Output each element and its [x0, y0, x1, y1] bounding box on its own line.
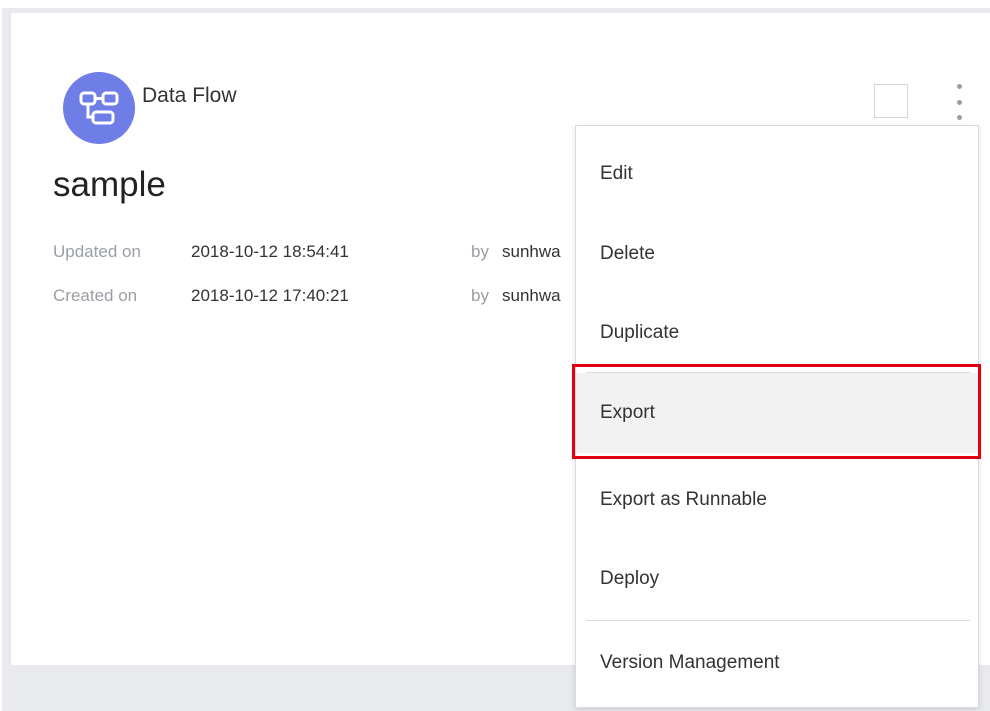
created-datetime: 2018-10-12 17:40:21 [191, 286, 349, 305]
card-type-label: Data Flow [142, 84, 237, 107]
card-title: sample [53, 165, 166, 204]
screen: Data Flow sample Updated on 2018-10-12 1… [0, 0, 990, 711]
menu-item-version-management[interactable]: Version Management [576, 623, 978, 703]
menu-item-deploy[interactable]: Deploy [576, 539, 978, 619]
data-flow-icon [63, 72, 135, 144]
updated-datetime: 2018-10-12 18:54:41 [191, 242, 349, 261]
select-checkbox[interactable] [874, 84, 908, 118]
updated-label: Updated on [53, 242, 141, 261]
kebab-dot [956, 115, 962, 120]
menu-item-export-as-runnable[interactable]: Export as Runnable [576, 460, 978, 540]
updated-row: Updated on 2018-10-12 18:54:41 by sunhwa [53, 242, 561, 262]
kebab-dot [956, 99, 962, 105]
menu-divider [586, 620, 970, 621]
menu-item-edit[interactable]: Edit [576, 134, 978, 214]
menu-item-duplicate[interactable]: Duplicate [576, 293, 978, 373]
created-by-user: sunhwa [502, 286, 561, 305]
kebab-dot [956, 84, 962, 89]
menu-item-export[interactable]: Export [576, 373, 978, 453]
data-flow-glyph [79, 91, 119, 125]
created-by-label: by [471, 286, 489, 305]
menu-item-delete[interactable]: Delete [576, 214, 978, 294]
updated-by-user: sunhwa [502, 242, 561, 261]
created-label: Created on [53, 286, 138, 305]
more-options-icon[interactable] [949, 84, 969, 120]
created-row: Created on 2018-10-12 17:40:21 by sunhwa [53, 286, 561, 306]
context-menu: Edit Delete Duplicate Export Export as R… [575, 125, 979, 708]
updated-by-label: by [471, 242, 489, 261]
